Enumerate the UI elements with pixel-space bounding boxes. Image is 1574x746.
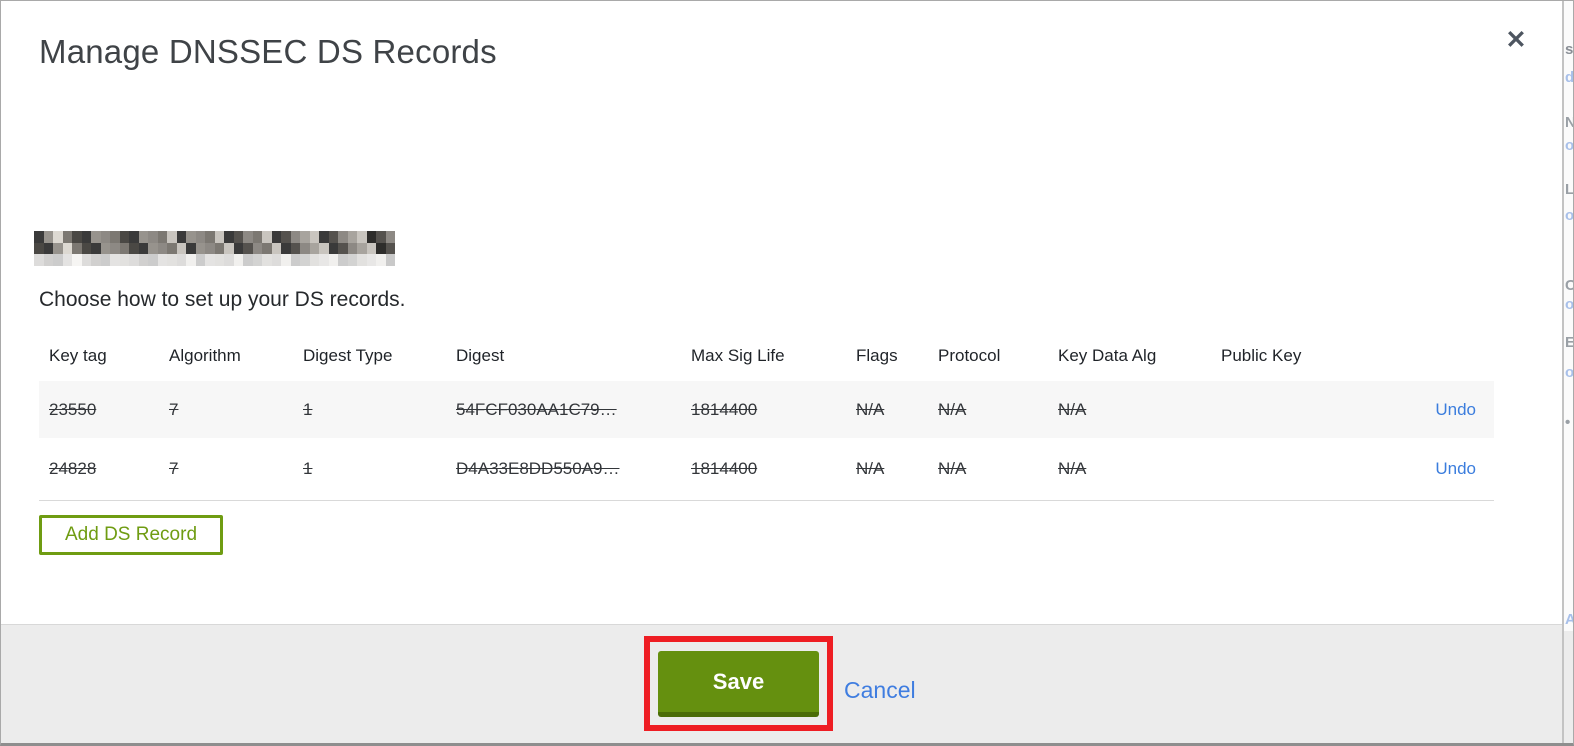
cancel-link[interactable]: Cancel [844, 677, 916, 704]
clipped-text-fragment: E [1565, 334, 1573, 351]
clipped-text-fragment: s [1565, 41, 1573, 58]
cell-digest: D4A33E8DD550A9… [456, 459, 620, 478]
close-icon[interactable]: ✕ [1499, 23, 1533, 57]
cell-digest-type: 1 [303, 399, 313, 419]
intro-text: Choose how to set up your DS records. [39, 288, 406, 311]
clipped-text-fragment: o [1565, 364, 1573, 381]
undo-link[interactable]: Undo [1435, 459, 1476, 478]
manage-dnssec-modal: Manage DNSSEC DS Records ✕ Choose how to… [1, 1, 1564, 743]
column-header: Digest [456, 346, 505, 365]
pixelation-row [34, 231, 395, 243]
column-header: Key tag [49, 346, 107, 365]
clipped-text-fragment: • [1565, 414, 1571, 431]
action-cell: Undo [1361, 459, 1494, 479]
undo-link[interactable]: Undo [1435, 400, 1476, 419]
column-header: Protocol [938, 346, 1001, 365]
pixelation-row [34, 242, 395, 255]
cell-key-tag: 23550 [49, 399, 97, 419]
cell-max-sig-life: 1814400 [691, 399, 758, 419]
column-header: Max Sig Life [691, 346, 785, 365]
cell-key-data-alg: N/A [1058, 459, 1087, 478]
cell-flags: N/A [856, 399, 885, 419]
column-header: Algorithm [169, 346, 241, 365]
clipped-text-fragment: C [1565, 277, 1573, 294]
column-header: Digest Type [303, 346, 393, 365]
page-title: Manage DNSSEC DS Records [39, 33, 497, 70]
cell-digest-type: 1 [303, 459, 313, 478]
cell-protocol: N/A [938, 399, 967, 419]
cell-key-tag: 24828 [49, 459, 97, 478]
clipped-text-fragment: N [1565, 114, 1573, 131]
action-cell: Undo [1361, 400, 1494, 420]
clipped-text-fragment: d [1565, 69, 1573, 86]
background-page-footer [1564, 631, 1573, 743]
ds-record-row: 24828 7 1 D4A33E8DD550A9… 1814400 N/A N/A N/A Un… [39, 438, 1494, 501]
cell-algorithm: 7 [169, 399, 179, 419]
table-body: 23550 7 1 54FCF030AA1C79… 1814400 N/A N/A N/A Un… [39, 381, 1494, 501]
clipped-text-fragment: L [1565, 181, 1573, 198]
save-button[interactable]: Save [658, 651, 819, 717]
table-header-row: Key tag Algorithm Digest Type Digest Max Sig… [39, 331, 1494, 381]
column-header: Flags [856, 346, 898, 365]
add-ds-record-button[interactable]: Add DS Record [39, 515, 224, 555]
screenshot-frame: Manage DNSSEC DS Records ✕ Choose how to… [0, 0, 1574, 746]
cell-algorithm: 7 [169, 459, 179, 478]
redacted-domain-name [34, 231, 395, 267]
cell-flags: N/A [856, 459, 885, 478]
cell-protocol: N/A [938, 459, 967, 478]
cell-digest: 54FCF030AA1C79… [456, 399, 617, 419]
pixelation-row [34, 254, 395, 267]
clipped-text-fragment: o [1565, 207, 1573, 224]
background-page-strip: sdNoLoCoEo•A [1564, 1, 1573, 743]
column-header: Public Key [1221, 346, 1302, 365]
clipped-text-fragment: o [1565, 137, 1573, 154]
column-header: Key Data Alg [1058, 346, 1157, 365]
cell-key-data-alg: N/A [1058, 399, 1087, 419]
clipped-text-fragment: A [1565, 611, 1573, 628]
ds-records-table: Key tag Algorithm Digest Type Digest Max Sig… [39, 331, 1494, 501]
ds-record-row: 23550 7 1 54FCF030AA1C79… 1814400 N/A N/A N/A Un… [39, 381, 1494, 438]
modal-footer: Save Cancel [1, 624, 1562, 743]
annotation-highlight-box: Save [644, 636, 833, 731]
cell-max-sig-life: 1814400 [691, 459, 758, 478]
clipped-text-fragment: o [1565, 296, 1573, 313]
